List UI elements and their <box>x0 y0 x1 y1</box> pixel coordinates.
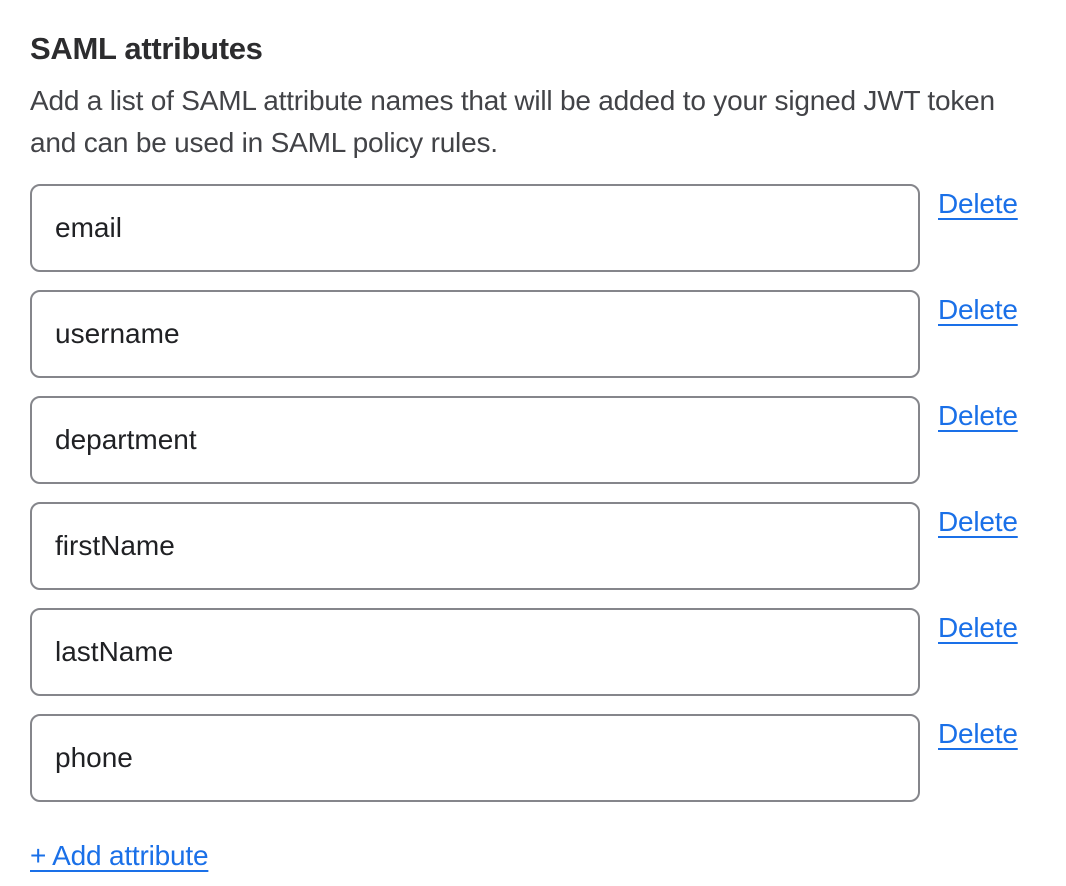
delete-cell: Delete <box>938 502 1018 544</box>
delete-link[interactable]: Delete <box>938 294 1018 325</box>
attribute-name-input[interactable] <box>30 290 920 378</box>
delete-link[interactable]: Delete <box>938 400 1018 431</box>
attribute-list: Delete Delete Delete Delete Delete Delet… <box>30 184 1036 802</box>
attribute-row: Delete <box>30 290 1036 378</box>
attribute-row: Delete <box>30 184 1036 272</box>
delete-link[interactable]: Delete <box>938 188 1018 219</box>
attribute-row: Delete <box>30 714 1036 802</box>
attribute-row: Delete <box>30 608 1036 696</box>
delete-cell: Delete <box>938 608 1018 650</box>
delete-link[interactable]: Delete <box>938 612 1018 643</box>
attribute-name-input[interactable] <box>30 714 920 802</box>
delete-link[interactable]: Delete <box>938 718 1018 749</box>
add-attribute-link[interactable]: + Add attribute <box>30 838 208 874</box>
attribute-name-input[interactable] <box>30 184 920 272</box>
attribute-row: Delete <box>30 502 1036 590</box>
attribute-name-input[interactable] <box>30 608 920 696</box>
delete-cell: Delete <box>938 396 1018 438</box>
delete-link[interactable]: Delete <box>938 506 1018 537</box>
delete-cell: Delete <box>938 184 1018 226</box>
section-title: SAML attributes <box>30 30 1036 68</box>
delete-cell: Delete <box>938 290 1018 332</box>
attribute-name-input[interactable] <box>30 502 920 590</box>
attribute-row: Delete <box>30 396 1036 484</box>
section-description: Add a list of SAML attribute names that … <box>30 80 1035 164</box>
attribute-name-input[interactable] <box>30 396 920 484</box>
delete-cell: Delete <box>938 714 1018 756</box>
saml-attributes-section: SAML attributes Add a list of SAML attri… <box>0 0 1066 886</box>
